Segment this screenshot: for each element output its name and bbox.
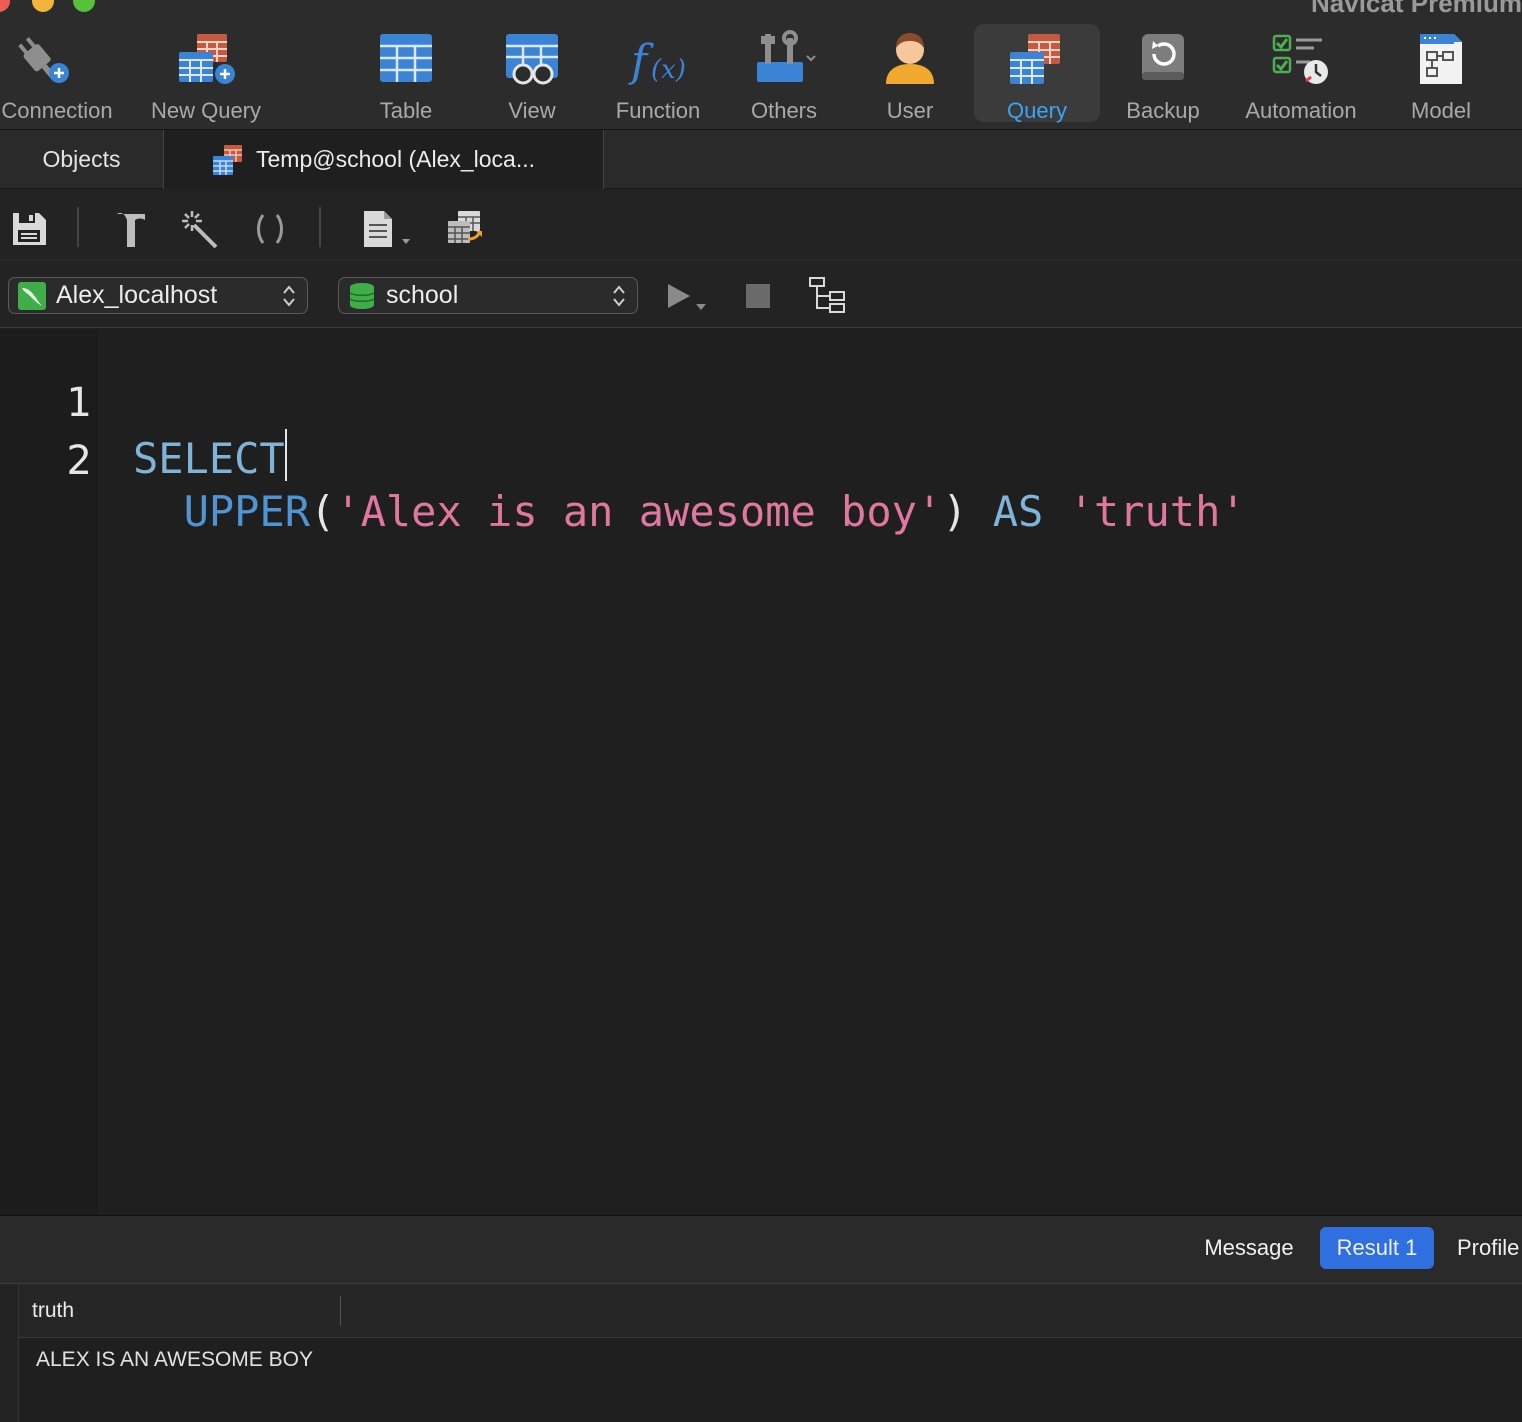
database-select-value: school — [386, 281, 459, 309]
line-number: 2 — [66, 438, 92, 484]
toolbar-model-label: Model — [1411, 98, 1471, 123]
connection-bar: Alex_localhost school — [0, 262, 1522, 328]
tab-objects[interactable]: Objects — [0, 130, 164, 189]
tab-message[interactable]: Message — [1188, 1227, 1310, 1269]
toolbar-separator — [77, 207, 79, 247]
toolbar-view-label: View — [508, 98, 556, 123]
toolbar-model-button[interactable]: Model — [1386, 24, 1496, 123]
toolbar-query-label: Query — [1007, 98, 1067, 123]
toolbar-table-button[interactable]: Table — [350, 24, 462, 123]
editor-toolbar — [0, 189, 1522, 261]
tab-profile[interactable]: Profile — [1446, 1227, 1522, 1269]
toolbar-backup-label: Backup — [1126, 98, 1200, 123]
tab-query-editor[interactable]: Temp@school (Alex_loca... — [164, 130, 604, 189]
tab-bar: Objects Temp@school (Alex_loca... — [0, 130, 1522, 189]
result-cell[interactable]: ALEX IS AN AWESOME BOY — [36, 1348, 313, 1372]
indent-token — [133, 487, 184, 536]
toolbar-others-label: Others — [750, 98, 818, 123]
toolbar-query-button[interactable]: Query — [974, 24, 1100, 123]
hammer-icon[interactable] — [111, 209, 151, 249]
mysql-connection-icon — [18, 281, 46, 310]
backup-icon — [1142, 34, 1184, 80]
user-icon — [886, 33, 934, 84]
code-line: 2 UPPER('Alex is an awesome boy') AS 'tr… — [0, 389, 1522, 536]
explain-icon[interactable] — [808, 276, 848, 314]
toolbar-function-button[interactable]: f (x) Function — [602, 24, 714, 123]
toolbar-others-button[interactable]: Others — [728, 24, 840, 123]
sql-function-token: UPPER — [183, 487, 311, 536]
sql-editor[interactable]: 1 SELECT 2 UPPER('Alex is an awesome boy… — [0, 329, 1522, 1215]
query-tab-label: Temp@school (Alex_loca... — [256, 146, 536, 172]
code-line-content: UPPER('Alex is an awesome boy') AS 'trut… — [133, 487, 1246, 536]
punctuation-token: ( — [310, 487, 336, 536]
chevron-up-down-icon — [283, 285, 295, 307]
svg-text:(x): (x) — [651, 55, 686, 85]
model-icon — [1420, 34, 1462, 84]
toolbar-automation-label: Automation — [1245, 98, 1357, 123]
punctuation-token: ) — [942, 487, 993, 536]
toolbar-automation-button[interactable]: Automation — [1234, 24, 1368, 123]
sql-string-token: 'Alex is an awesome boy' — [335, 487, 943, 536]
new-query-icon — [179, 34, 235, 84]
parentheses-icon[interactable] — [250, 209, 290, 249]
toolbar-user-label: User — [886, 98, 934, 123]
toolbar-new-query-button[interactable]: New Query — [142, 24, 270, 123]
close-window-button[interactable] — [0, 0, 10, 12]
column-resize-handle[interactable] — [340, 1296, 341, 1326]
automation-icon — [1272, 34, 1328, 84]
connection-select-value: Alex_localhost — [56, 281, 218, 309]
toolbar-new-query-label: New Query — [150, 98, 262, 123]
query-icon — [1010, 34, 1060, 84]
view-icon — [506, 34, 558, 85]
code-line: 1 SELECT — [0, 331, 1522, 483]
query-tab-icon — [213, 144, 242, 175]
result-tab-bar: Message Result 1 Profile — [0, 1215, 1522, 1283]
toolbar-separator — [319, 207, 321, 247]
toolbar-table-label: Table — [379, 98, 433, 123]
minimize-window-button[interactable] — [32, 0, 54, 12]
magic-wand-icon[interactable] — [180, 209, 220, 249]
table-icon — [380, 34, 432, 82]
plug-add-icon — [18, 37, 69, 83]
toolbar-function-label: Function — [615, 98, 701, 123]
run-icon[interactable] — [664, 280, 712, 316]
save-icon[interactable] — [10, 209, 50, 249]
row-selector-column — [0, 1284, 19, 1422]
connection-select[interactable]: Alex_localhost — [8, 277, 308, 314]
snippet-icon[interactable] — [360, 209, 414, 249]
sql-string-token: 'truth' — [1068, 487, 1246, 536]
stop-icon[interactable] — [744, 282, 772, 310]
chevron-up-down-icon — [613, 285, 625, 307]
zoom-window-button[interactable] — [73, 0, 95, 12]
sql-keyword-token: AS — [992, 487, 1044, 536]
toolbar-view-button[interactable]: View — [476, 24, 588, 123]
function-icon: f (x) — [628, 36, 686, 87]
tab-result-1[interactable]: Result 1 — [1320, 1227, 1434, 1269]
tools-icon — [757, 30, 816, 82]
main-toolbar: Navicat Premium Connection New Query Tab… — [0, 0, 1522, 130]
app-title: Navicat Premium — [1311, 0, 1522, 18]
database-icon — [349, 282, 375, 309]
toolbar-user-button[interactable]: User — [854, 24, 966, 123]
column-header-truth[interactable]: truth — [32, 1299, 74, 1323]
toolbar-connection-label: Connection — [1, 98, 113, 123]
grid-header: truth — [19, 1284, 1522, 1338]
query-builder-icon[interactable] — [446, 209, 486, 249]
database-select[interactable]: school — [338, 277, 638, 314]
toolbar-connection-button[interactable]: Connection — [0, 24, 124, 123]
toolbar-backup-button[interactable]: Backup — [1108, 24, 1218, 123]
